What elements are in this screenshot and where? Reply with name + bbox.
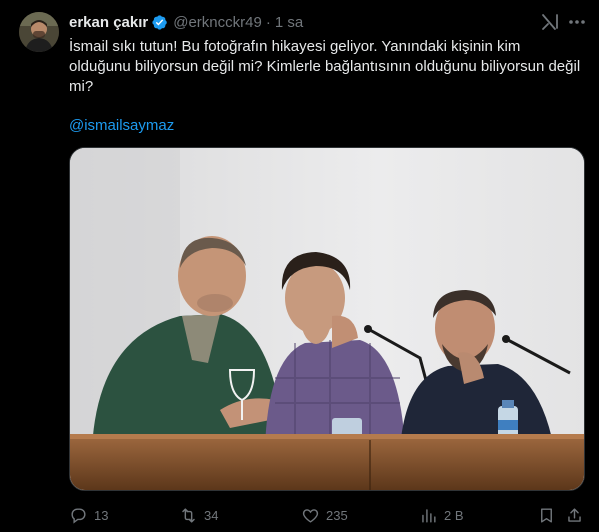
share-icon xyxy=(568,507,581,522)
author-name[interactable]: erkan çakır xyxy=(69,14,148,31)
like-icon xyxy=(302,508,319,523)
views-icon xyxy=(422,508,436,523)
more-options-icon[interactable] xyxy=(567,12,587,32)
author-handle[interactable]: @erkncckr49 xyxy=(173,14,262,31)
reply-count: 13 xyxy=(94,507,109,523)
photo-image xyxy=(70,148,584,490)
retweet-count: 34 xyxy=(204,507,219,523)
separator-dot: · xyxy=(265,13,271,31)
retweet-button[interactable]: 34 xyxy=(179,505,218,525)
share-button[interactable] xyxy=(565,505,584,525)
avatar[interactable] xyxy=(19,12,59,52)
timestamp[interactable]: 1 sa xyxy=(275,14,303,31)
grok-icon[interactable] xyxy=(540,12,560,32)
mention-link[interactable]: @ismailsaymaz xyxy=(69,116,174,136)
bookmark-button[interactable] xyxy=(537,505,556,525)
reply-icon xyxy=(71,507,86,524)
verified-badge-icon xyxy=(151,14,168,31)
views-count: 2 B xyxy=(444,507,464,523)
tweet-photo[interactable] xyxy=(69,147,585,491)
action-bar: 13 34 235 2 B xyxy=(69,505,585,525)
tweet-header: erkan çakır @erkncckr49 · 1 sa xyxy=(69,12,303,32)
retweet-icon xyxy=(182,507,195,523)
tweet-text: İsmail sıkı tutun! Bu fotoğrafın hikayes… xyxy=(69,38,581,95)
views-button[interactable]: 2 B xyxy=(419,505,464,525)
like-button[interactable]: 235 xyxy=(301,505,348,525)
bookmark-icon xyxy=(541,507,552,523)
tweet[interactable]: erkan çakır @erkncckr49 · 1 sa İsmail sı… xyxy=(0,0,599,532)
avatar-image xyxy=(19,12,59,52)
like-count: 235 xyxy=(326,507,348,523)
reply-button[interactable]: 13 xyxy=(69,505,108,525)
